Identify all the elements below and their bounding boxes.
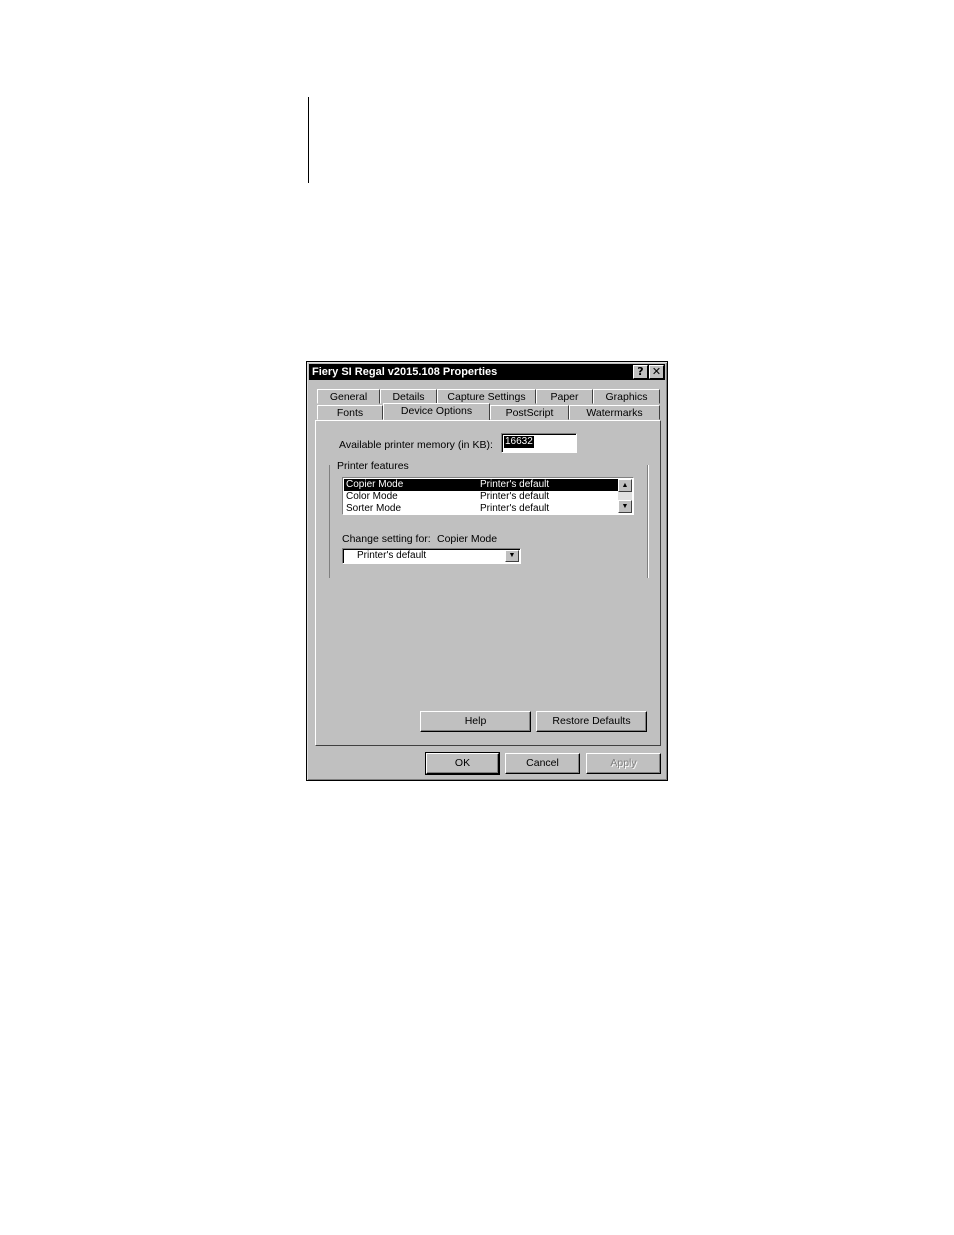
- title-bar: Fiery SI Regal v2015.108 Properties ? ✕: [309, 364, 665, 380]
- memory-field[interactable]: 16632: [501, 433, 577, 453]
- tab-details[interactable]: Details: [380, 389, 437, 404]
- change-setting-label: Change setting for:: [342, 533, 431, 545]
- help-button[interactable]: Help: [420, 711, 531, 732]
- properties-dialog: Fiery SI Regal v2015.108 Properties ? ✕ …: [306, 361, 668, 781]
- setting-dropdown-value: Printer's default: [357, 550, 427, 561]
- list-item[interactable]: Sorter Mode Printer's default: [344, 503, 619, 514]
- tab-paper[interactable]: Paper: [536, 389, 593, 404]
- page-margin-rule: [308, 97, 309, 183]
- tab-capture-settings[interactable]: Capture Settings: [437, 389, 536, 404]
- setting-dropdown[interactable]: Printer's default ▼: [342, 548, 521, 564]
- close-icon[interactable]: ✕: [649, 365, 664, 379]
- memory-value: 16632: [504, 436, 534, 448]
- tab-graphics[interactable]: Graphics: [593, 389, 660, 404]
- tab-postscript[interactable]: PostScript: [490, 405, 569, 420]
- device-options-panel: Available printer memory (in KB): 16632 …: [315, 420, 661, 746]
- dialog-title: Fiery SI Regal v2015.108 Properties: [312, 366, 498, 378]
- scroll-down-icon[interactable]: ▼: [618, 500, 632, 513]
- change-setting-target: Copier Mode: [437, 533, 498, 545]
- tab-device-options[interactable]: Device Options: [383, 403, 490, 420]
- tab-general[interactable]: General: [317, 389, 380, 404]
- ok-button[interactable]: OK: [425, 752, 500, 775]
- tab-fonts[interactable]: Fonts: [317, 405, 383, 420]
- features-listbox[interactable]: Copier Mode Printer's default Color Mode…: [342, 477, 634, 515]
- feature-setting: Printer's default: [480, 491, 550, 502]
- list-item[interactable]: Color Mode Printer's default: [344, 491, 619, 503]
- feature-setting: Printer's default: [480, 503, 550, 514]
- feature-name: Copier Mode: [346, 479, 404, 490]
- feature-name: Sorter Mode: [346, 503, 402, 514]
- chevron-down-icon[interactable]: ▼: [505, 550, 519, 562]
- scroll-up-icon[interactable]: ▲: [618, 479, 632, 492]
- tab-watermarks[interactable]: Watermarks: [569, 405, 660, 420]
- apply-button[interactable]: Apply: [586, 753, 661, 774]
- help-question-icon[interactable]: ?: [633, 365, 648, 379]
- feature-setting: Printer's default: [480, 479, 550, 490]
- cancel-button[interactable]: Cancel: [505, 753, 580, 774]
- memory-label: Available printer memory (in KB):: [339, 439, 493, 451]
- list-item[interactable]: Copier Mode Printer's default: [344, 479, 619, 491]
- feature-name: Color Mode: [346, 491, 398, 502]
- features-scrollbar[interactable]: ▲ ▼: [618, 479, 632, 513]
- restore-defaults-button[interactable]: Restore Defaults: [536, 711, 647, 732]
